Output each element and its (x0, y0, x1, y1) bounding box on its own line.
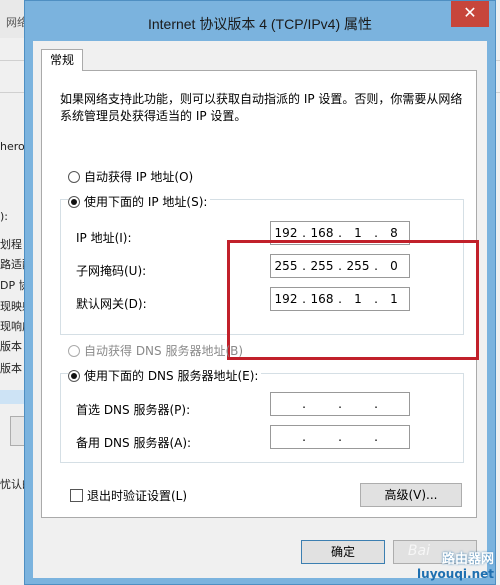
radio-indicator (68, 344, 80, 357)
radio-auto-dns-label: 自动获得 DNS 服务器地址(B) (84, 344, 244, 358)
radio-indicator-selected (68, 369, 80, 382)
radio-manual-ip[interactable]: 使用下面的 IP 地址(S): (68, 193, 211, 210)
octet: 1 (354, 226, 362, 240)
octet-separator: . (338, 430, 342, 444)
octet-separator: . (338, 397, 342, 411)
background-text: 版本 (0, 362, 22, 375)
close-icon: ✕ (463, 3, 477, 22)
default-gateway-label: 默认网关(D): (76, 297, 147, 311)
checkbox-indicator (70, 489, 83, 502)
octet-separator: . (302, 430, 306, 444)
ip-address-label: IP 地址(I): (76, 231, 132, 245)
alternate-dns-field[interactable]: . . . (270, 425, 410, 449)
background-text: ): (0, 210, 8, 223)
watermark: 路由器网 luyouqi.net (417, 548, 494, 581)
ok-button[interactable]: 确定 (301, 540, 385, 564)
radio-auto-ip-label: 自动获得 IP 地址(O) (84, 170, 194, 184)
preferred-dns-field[interactable]: . . . (270, 392, 410, 416)
highlight-annotation-box (227, 240, 479, 360)
tab-panel-general: 如果网络支持此功能，则可以获取自动指派的 IP 设置。否则，你需要从网络系统管理… (41, 70, 479, 518)
background-text: 划程 (0, 238, 22, 251)
tab-general[interactable]: 常规 (41, 49, 83, 71)
dialog-title: Internet 协议版本 4 (TCP/IPv4) 属性 (147, 16, 373, 32)
advanced-button[interactable]: 高级(V)... (360, 483, 462, 507)
close-button[interactable]: ✕ (451, 1, 489, 27)
subnet-mask-label: 子网掩码(U): (76, 264, 147, 278)
validate-settings-label: 退出时验证设置(L) (87, 489, 188, 503)
radio-indicator (68, 170, 80, 183)
octet-separator: . (374, 430, 378, 444)
octet: 8 (390, 226, 398, 240)
radio-auto-ip[interactable]: 自动获得 IP 地址(O) (68, 168, 193, 185)
radio-manual-ip-label: 使用下面的 IP 地址(S): (84, 195, 208, 209)
validate-settings-checkbox[interactable]: 退出时验证设置(L) (70, 487, 187, 504)
preferred-dns-label: 首选 DNS 服务器(P): (76, 403, 191, 417)
background-text: hero (0, 140, 25, 153)
octet: 192 (274, 226, 298, 240)
description-text: 如果网络支持此功能，则可以获取自动指派的 IP 设置。否则，你需要从网络系统管理… (60, 92, 463, 123)
octet: 168 (310, 226, 334, 240)
octet-separator: . (374, 397, 378, 411)
radio-auto-dns[interactable]: 自动获得 DNS 服务器地址(B) (68, 342, 243, 359)
ipv4-properties-dialog: Internet 协议版本 4 (TCP/IPv4) 属性 ✕ 常规 如果网络支… (24, 0, 496, 585)
octet-separator: . (302, 397, 306, 411)
background-text: 版本 (0, 340, 22, 353)
radio-indicator-selected (68, 195, 80, 208)
radio-manual-dns[interactable]: 使用下面的 DNS 服务器地址(E): (68, 367, 262, 384)
dialog-titlebar[interactable]: Internet 协议版本 4 (TCP/IPv4) 属性 ✕ (25, 1, 495, 41)
dialog-client-area: 常规 如果网络支持此功能，则可以获取自动指派的 IP 设置。否则，你需要从网络系… (33, 41, 487, 578)
radio-manual-dns-label: 使用下面的 DNS 服务器地址(E): (84, 369, 259, 383)
watermark-cn: 路由器网 (441, 552, 494, 567)
alternate-dns-label: 备用 DNS 服务器(A): (76, 436, 192, 450)
watermark-en: luyouqi.net (417, 567, 494, 581)
